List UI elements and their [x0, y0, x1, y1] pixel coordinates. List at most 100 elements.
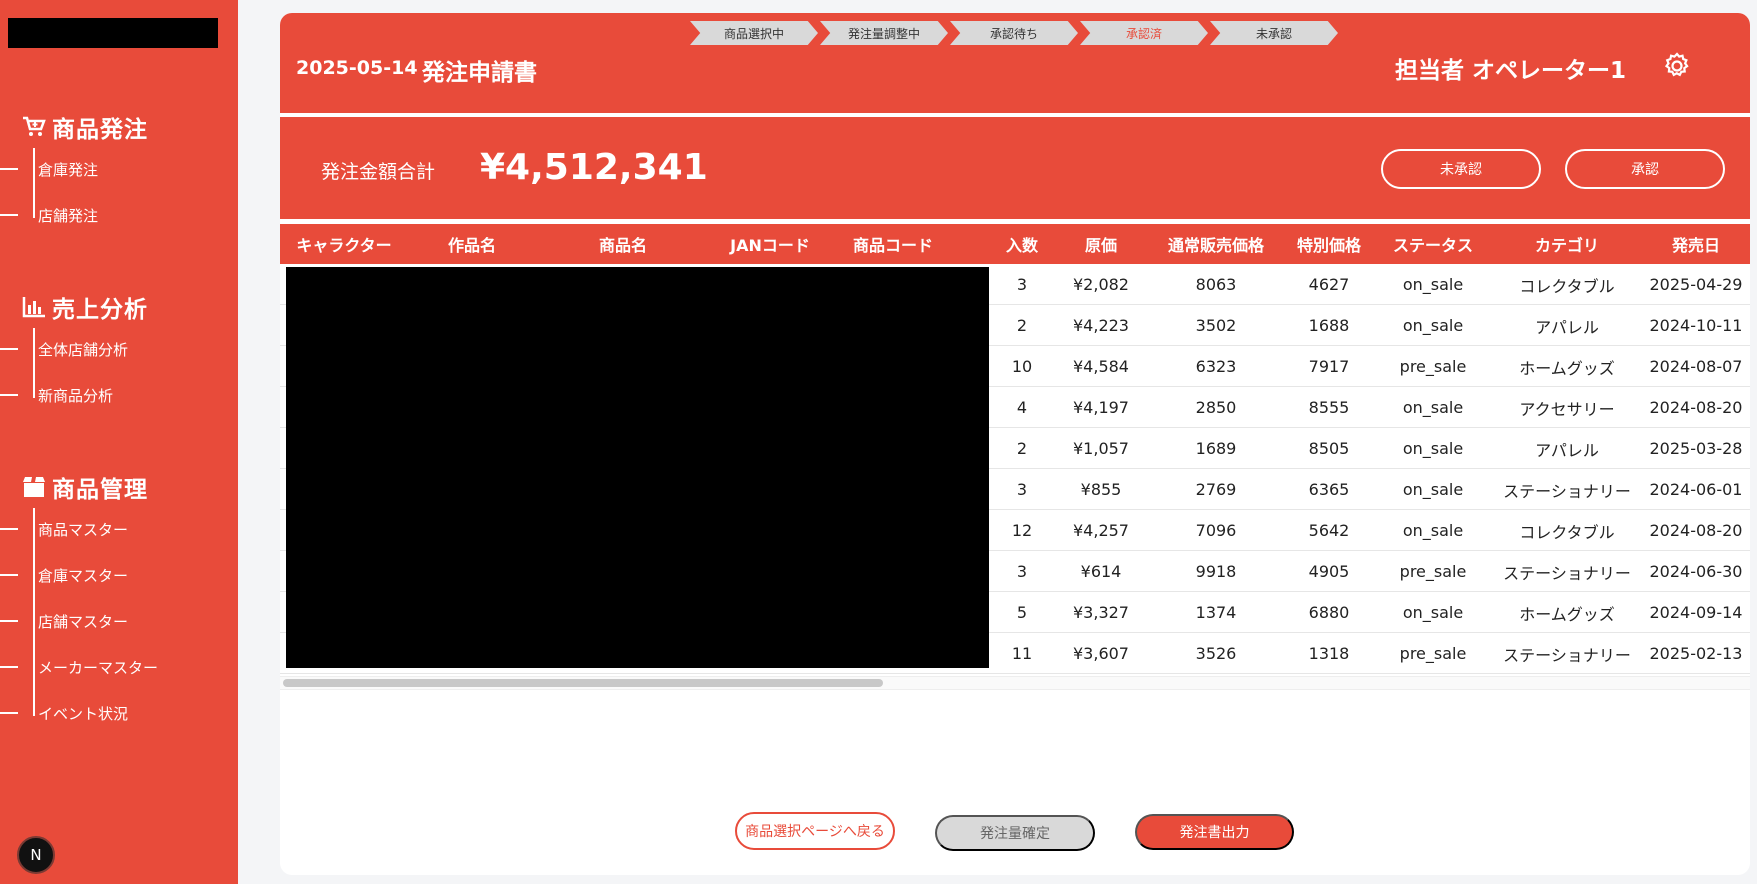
unapprove-button[interactable]: 未承認: [1381, 149, 1541, 189]
cell-status: on_sale: [1402, 439, 1464, 458]
cell-special-price: 4627: [1308, 275, 1350, 294]
sidebar-item-store-order[interactable]: 店舗発注: [0, 192, 238, 238]
cell-special-price: 1688: [1308, 316, 1350, 335]
cell-release-date: 2024-06-01: [1649, 480, 1743, 499]
cell-status: on_sale: [1402, 480, 1464, 499]
cell-pack-qty: 5: [1016, 603, 1028, 622]
step-quantity-adjusting: 発注量調整中: [820, 21, 948, 45]
column-header-character: キャラクター: [296, 236, 392, 255]
cell-release-date: 2025-04-29: [1649, 275, 1743, 294]
step-approved: 承認済: [1080, 21, 1208, 45]
cell-category: ステーショナリー: [1503, 563, 1631, 583]
nav-section-sales: 売上分析 全体店舗分析 新商品分析: [0, 292, 238, 418]
cell-release-date: 2024-10-11: [1649, 316, 1743, 335]
confirm-quantity-button[interactable]: 発注量確定: [935, 815, 1095, 851]
cell-regular-price: 6323: [1195, 357, 1237, 376]
nav-heading-product[interactable]: 商品管理: [0, 472, 238, 503]
step-product-selecting: 商品選択中: [690, 21, 818, 45]
cell-regular-price: 2850: [1195, 398, 1237, 417]
cell-status: on_sale: [1402, 398, 1464, 417]
sidebar-item-label: 全体店舗分析: [38, 340, 129, 359]
total-amount: ¥4,512,341: [480, 147, 708, 188]
sidebar-item-event-status[interactable]: イベント状況: [0, 690, 238, 736]
cell-cost: ¥4,584: [1073, 357, 1129, 376]
header-bar: 商品選択中 発注量調整中 承認待ち 承認済 未承認 2025-05-14 発注申…: [280, 13, 1750, 113]
cell-special-price: 6365: [1308, 480, 1350, 499]
column-header-category: カテゴリ: [1534, 236, 1599, 255]
cell-pack-qty: 10: [1011, 357, 1033, 376]
approve-button[interactable]: 承認: [1565, 149, 1725, 189]
cell-release-date: 2024-08-20: [1649, 521, 1743, 540]
summary-bar: 発注金額合計 ¥4,512,341 未承認 承認: [280, 117, 1750, 219]
cell-release-date: 2024-08-20: [1649, 398, 1743, 417]
sidebar-item-maker-master[interactable]: メーカーマスター: [0, 644, 238, 690]
cell-regular-price: 7096: [1195, 521, 1237, 540]
step-awaiting-approval: 承認待ち: [950, 21, 1078, 45]
column-header-pack-qty: 入数: [1005, 236, 1038, 255]
cell-category: ステーショナリー: [1503, 481, 1631, 501]
cell-pack-qty: 2: [1016, 439, 1028, 458]
avatar[interactable]: N: [17, 836, 55, 874]
gear-icon[interactable]: [1662, 51, 1692, 81]
nav-section-order: 商品発注 倉庫発注 店舗発注: [0, 112, 238, 238]
total-label: 発注金額合計: [321, 161, 436, 183]
column-header-title: 作品名: [447, 236, 496, 255]
redacted-area: [286, 267, 989, 668]
cell-category: アパレル: [1535, 440, 1599, 460]
cell-pack-qty: 11: [1011, 644, 1033, 663]
cell-status: pre_sale: [1399, 644, 1467, 663]
sidebar-item-all-store-analysis[interactable]: 全体店舗分析: [0, 326, 238, 372]
scrollbar-thumb[interactable]: [283, 679, 883, 687]
step-label: 未承認: [1255, 26, 1292, 41]
sidebar-item-label: 倉庫発注: [38, 160, 99, 179]
step-label: 承認済: [1125, 26, 1162, 41]
cell-special-price: 8505: [1308, 439, 1350, 458]
sidebar-item-warehouse-master[interactable]: 倉庫マスター: [0, 552, 238, 598]
cell-category: コレクタブル: [1519, 522, 1615, 542]
export-order-button[interactable]: 発注書出力: [1135, 814, 1294, 850]
sidebar-item-product-master[interactable]: 商品マスター: [0, 506, 238, 552]
nav-heading-order[interactable]: 商品発注: [0, 112, 238, 143]
cart-icon: [20, 114, 48, 140]
cell-cost: ¥3,607: [1073, 644, 1129, 663]
cell-special-price: 7917: [1308, 357, 1350, 376]
nav-heading-sales[interactable]: 売上分析: [0, 292, 238, 323]
cell-regular-price: 3502: [1195, 316, 1237, 335]
table-header: キャラクター 作品名 商品名 JANコード 商品コード 入数 原価 通常販売価格…: [280, 224, 1750, 264]
cell-cost: ¥4,197: [1073, 398, 1129, 417]
cell-status: pre_sale: [1399, 562, 1467, 581]
cell-pack-qty: 2: [1016, 316, 1028, 335]
cell-release-date: 2024-06-30: [1649, 562, 1743, 581]
avatar-letter: N: [30, 846, 42, 864]
cell-special-price: 5642: [1308, 521, 1350, 540]
sidebar-item-label: イベント状況: [38, 704, 129, 723]
sidebar-item-store-master[interactable]: 店舗マスター: [0, 598, 238, 644]
sidebar: 商品発注 倉庫発注 店舗発注 売上分析 全体店舗分析 新商品分析 商品管理 商品…: [0, 0, 238, 884]
nav-heading-label: 売上分析: [52, 297, 148, 323]
column-header-cost: 原価: [1084, 236, 1117, 255]
column-header-status: ステータス: [1392, 236, 1473, 255]
cell-regular-price: 1374: [1195, 603, 1237, 622]
cell-cost: ¥855: [1080, 480, 1122, 499]
cell-status: on_sale: [1402, 603, 1464, 622]
cell-cost: ¥2,082: [1073, 275, 1129, 294]
cell-category: アパレル: [1535, 317, 1599, 337]
cell-regular-price: 8063: [1195, 275, 1237, 294]
cell-category: コレクタブル: [1519, 276, 1615, 296]
cell-status: pre_sale: [1399, 357, 1467, 376]
sidebar-item-warehouse-order[interactable]: 倉庫発注: [0, 146, 238, 192]
sidebar-item-new-product-analysis[interactable]: 新商品分析: [0, 372, 238, 418]
column-header-special-price: 特別価格: [1296, 236, 1361, 255]
step-label: 発注量調整中: [847, 26, 920, 41]
sidebar-item-label: 店舗マスター: [38, 612, 129, 631]
cell-pack-qty: 12: [1011, 521, 1033, 540]
back-to-product-selection-button[interactable]: 商品選択ページへ戻る: [735, 812, 895, 850]
column-header-release-date: 発売日: [1671, 236, 1720, 255]
cell-special-price: 6880: [1308, 603, 1350, 622]
cell-pack-qty: 3: [1016, 480, 1028, 499]
nav-section-product: 商品管理 商品マスター 倉庫マスター 店舗マスター メーカーマスター イベント状…: [0, 472, 238, 736]
page-title: 発注申請書: [422, 60, 537, 86]
cell-status: on_sale: [1402, 521, 1464, 540]
cell-release-date: 2024-08-07: [1649, 357, 1743, 376]
sidebar-item-label: 倉庫マスター: [38, 566, 129, 585]
